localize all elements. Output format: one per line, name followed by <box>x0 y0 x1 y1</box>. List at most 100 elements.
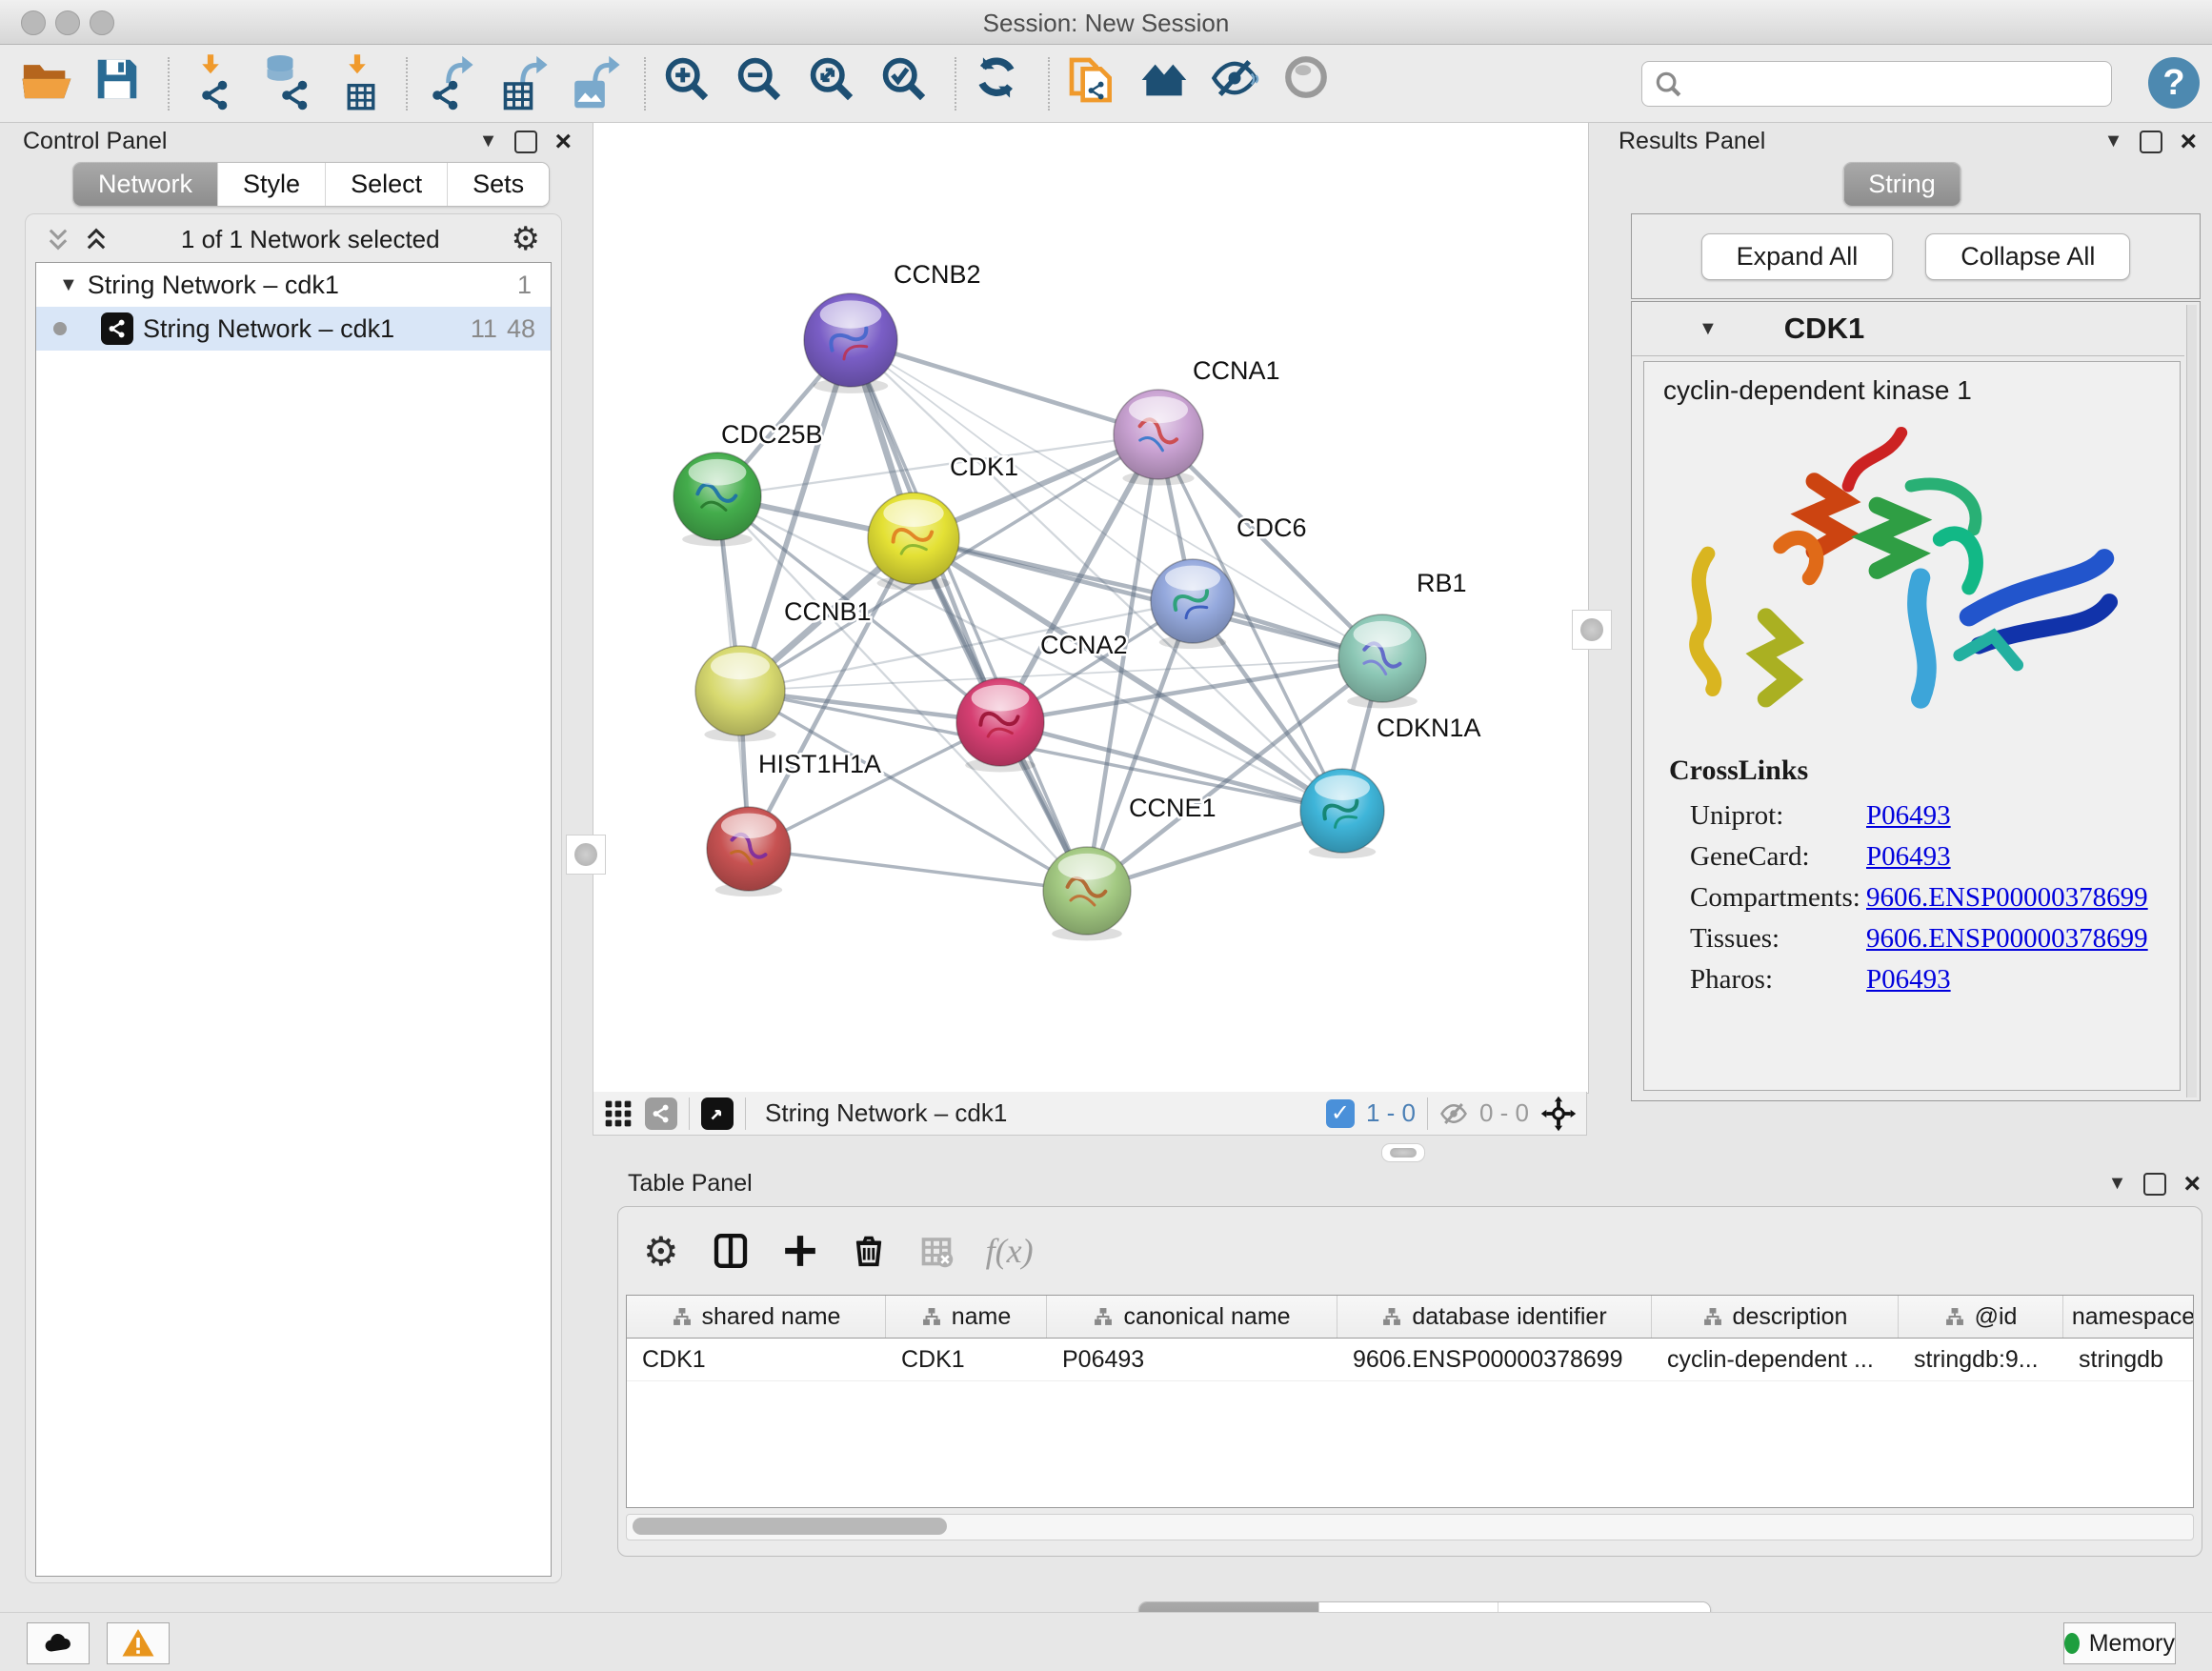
help-button[interactable]: ? <box>2148 57 2200 109</box>
crosslink-link[interactable]: P06493 <box>1866 800 1951 832</box>
delete-column-icon[interactable] <box>851 1233 887 1269</box>
crosslink-link[interactable]: 9606.ENSP00000378699 <box>1866 882 2148 914</box>
crosslink-link[interactable]: P06493 <box>1866 964 1951 996</box>
tab-style[interactable]: Style <box>217 163 325 206</box>
table-cell[interactable]: cyclin-dependent ... <box>1652 1339 1899 1380</box>
table-options-gear-icon[interactable]: ⚙ <box>643 1228 679 1275</box>
control-panel-title: Control Panel <box>23 128 167 155</box>
open-in-new-window-icon[interactable] <box>701 1097 734 1130</box>
search-input[interactable] <box>1690 64 2111 104</box>
network-node-HIST1H1A[interactable]: HIST1H1A <box>707 750 881 896</box>
expand-all-icon[interactable] <box>83 226 110 252</box>
tab-network[interactable]: Network <box>73 163 217 206</box>
network-canvas[interactable]: CCNB2CCNA1CDC25BCDK1CDC6RB1CCNB1CCNA2CDK… <box>593 122 1589 1094</box>
network-edge-CCNB2-CCNA1[interactable] <box>851 340 1158 434</box>
column-header-shared-name[interactable]: shared name <box>627 1296 886 1338</box>
network-edge-CDK1-RB1[interactable] <box>914 538 1382 658</box>
image-icon <box>572 76 608 112</box>
results-panel-close-icon[interactable]: × <box>2180 132 2197 151</box>
table-cell[interactable]: P06493 <box>1047 1339 1337 1380</box>
collapse-all-icon[interactable] <box>45 226 71 252</box>
search-icon <box>1654 70 1682 98</box>
table-cell[interactable]: 9606.ENSP00000378699 <box>1337 1339 1652 1380</box>
results-scrollbar[interactable] <box>2186 305 2197 1097</box>
zoom-in-button[interactable] <box>661 53 722 114</box>
column-header-namespace[interactable]: namespace <box>2063 1296 2194 1338</box>
pan-crosshair-icon[interactable] <box>1540 1096 1577 1132</box>
collection-expand-icon[interactable]: ▼ <box>59 274 78 296</box>
bottom-splitter-handle[interactable] <box>1381 1143 1425 1162</box>
tab-string[interactable]: String <box>1843 163 1961 206</box>
cloud-status-button[interactable] <box>27 1622 90 1664</box>
network-node-CDC25B[interactable]: CDC25B <box>674 420 823 546</box>
export-table-button[interactable] <box>495 53 556 114</box>
network-node-CDKN1A[interactable]: CDKN1A <box>1300 714 1481 858</box>
column-header-description[interactable]: description <box>1652 1296 1899 1338</box>
network-node-CCNA1[interactable]: CCNA1 <box>1114 356 1280 486</box>
table-cell[interactable]: CDK1 <box>886 1339 1047 1380</box>
clone-network-button[interactable] <box>1065 53 1126 114</box>
column-header-canonical-name[interactable]: canonical name <box>1047 1296 1337 1338</box>
table-panel-close-icon[interactable]: × <box>2183 1175 2201 1194</box>
table-panel-menu-icon[interactable]: ▼ <box>2108 1173 2127 1195</box>
group-nodes-button[interactable] <box>1137 53 1198 114</box>
column-header-database-identifier[interactable]: database identifier <box>1337 1296 1652 1338</box>
column-header-name[interactable]: name <box>886 1296 1047 1338</box>
network-edge-HIST1H1A-CCNE1[interactable] <box>749 849 1087 891</box>
table-row[interactable]: CDK1CDK1P064939606.ENSP00000378699cyclin… <box>627 1339 2193 1381</box>
export-network-button[interactable] <box>423 53 484 114</box>
import-network-database-button[interactable] <box>257 53 318 114</box>
delete-table-icon <box>919 1234 954 1268</box>
zoom-out-button[interactable] <box>734 53 794 114</box>
network-edge-CCNB2-CCNE1[interactable] <box>851 340 1087 891</box>
function-builder-icon: f(x) <box>986 1231 1034 1271</box>
memory-button[interactable]: Memory <box>2063 1622 2176 1664</box>
left-splitter-handle[interactable] <box>566 835 606 875</box>
results-panel-float-icon[interactable] <box>2140 131 2162 153</box>
control-panel-menu-icon[interactable]: ▼ <box>479 131 498 152</box>
results-panel-menu-icon[interactable]: ▼ <box>2104 131 2123 152</box>
import-network-file-button[interactable] <box>185 53 246 114</box>
add-column-icon[interactable] <box>782 1233 818 1269</box>
hidden-counts: 0 - 0 <box>1479 1098 1529 1128</box>
warnings-button[interactable] <box>107 1622 170 1664</box>
table-header-row: shared namenamecanonical namedatabase id… <box>627 1296 2193 1339</box>
crosslink-link[interactable]: 9606.ENSP00000378699 <box>1866 923 2148 955</box>
network-node-CCNE1[interactable]: CCNE1 <box>1043 794 1217 940</box>
tab-sets[interactable]: Sets <box>447 163 549 206</box>
selected-nodes-checkbox[interactable]: ✓ <box>1326 1099 1355 1128</box>
network-node-RB1[interactable]: RB1 <box>1338 569 1467 708</box>
show-all-button[interactable] <box>1282 53 1343 114</box>
table-cell[interactable]: CDK1 <box>627 1339 886 1380</box>
zoom-fit-button[interactable] <box>806 53 867 114</box>
network-collection-row[interactable]: ▼ String Network – cdk1 1 <box>36 263 551 307</box>
expand-all-button[interactable]: Expand All <box>1701 233 1894 280</box>
collapse-all-button[interactable]: Collapse All <box>1925 233 2130 280</box>
open-session-button[interactable] <box>19 53 80 114</box>
node-table[interactable]: shared namenamecanonical namedatabase id… <box>626 1295 2194 1508</box>
gene-section-header[interactable]: ▼ CDK1 <box>1632 302 2184 356</box>
control-panel-close-icon[interactable]: × <box>554 132 572 151</box>
birds-eye-grid-icon[interactable] <box>603 1098 633 1129</box>
gene-expand-icon[interactable]: ▼ <box>1699 318 1718 340</box>
table-horizontal-scrollbar[interactable] <box>626 1514 2194 1540</box>
results-list: ▼ CDK1 cyclin-dependent kinase 1 <box>1631 301 2201 1101</box>
import-table-button[interactable] <box>330 53 391 114</box>
crosslink-link[interactable]: P06493 <box>1866 841 1951 873</box>
network-options-gear-icon[interactable]: ⚙ <box>512 220 540 258</box>
control-panel-float-icon[interactable] <box>514 131 537 153</box>
crosslink-label: Tissues: <box>1690 923 1866 955</box>
show-columns-icon[interactable] <box>712 1232 750 1270</box>
save-session-button[interactable] <box>91 53 152 114</box>
table-cell[interactable]: stringdb:9... <box>1899 1339 2063 1380</box>
tab-select[interactable]: Select <box>325 163 447 206</box>
column-header--id[interactable]: @id <box>1899 1296 2063 1338</box>
zoom-selected-button[interactable] <box>878 53 939 114</box>
refresh-view-button[interactable] <box>972 53 1033 114</box>
table-panel-float-icon[interactable] <box>2143 1173 2166 1196</box>
export-image-button[interactable] <box>568 53 629 114</box>
network-type-toggle-icon[interactable] <box>645 1097 677 1130</box>
hide-selected-button[interactable] <box>1210 53 1271 114</box>
network-row-selected[interactable]: String Network – cdk1 11 48 <box>36 307 551 351</box>
table-cell[interactable]: stringdb <box>2063 1339 2194 1380</box>
